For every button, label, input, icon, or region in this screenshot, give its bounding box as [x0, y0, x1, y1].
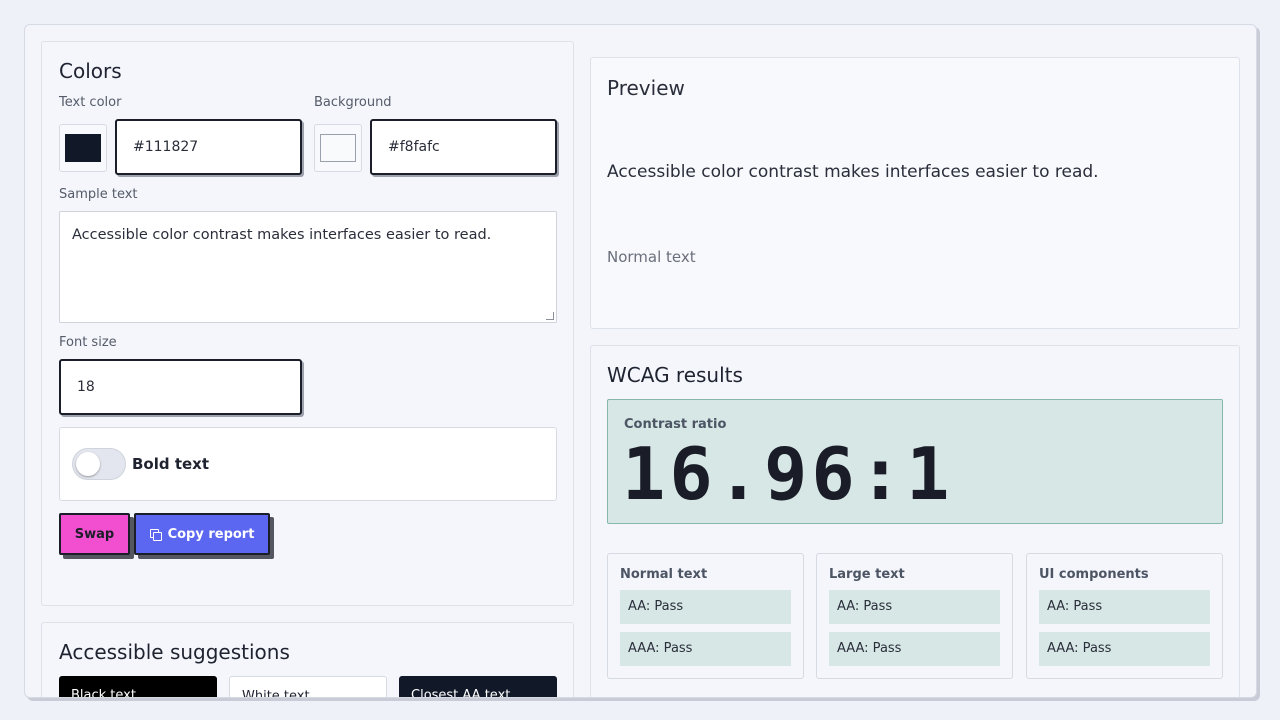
result-card-normal-text: Normal text AA: Pass AAA: Pass [607, 553, 804, 679]
preview-panel: Preview Accessible color contrast makes … [590, 57, 1240, 329]
background-chip [320, 134, 356, 162]
preview-normal-text: Normal text [607, 248, 696, 266]
text-color-label: Text color [59, 95, 122, 110]
result-card-ui-components: UI components AA: Pass AAA: Pass [1026, 553, 1223, 679]
toggle-knob [76, 452, 100, 476]
colors-panel: Colors Text color #111827 Background #f8… [41, 41, 574, 606]
result-aa: AA: Pass [1039, 590, 1210, 624]
bold-toggle-label: Bold text [132, 455, 210, 473]
contrast-ratio-box: Contrast ratio 16.96:1 [607, 399, 1223, 524]
text-color-input[interactable]: #111827 [115, 119, 302, 175]
suggestion-white-text[interactable]: White text [229, 676, 387, 698]
wcag-results-title: WCAG results [607, 363, 743, 387]
colors-title: Colors [59, 59, 122, 83]
suggestion-black-text[interactable]: Black text [59, 676, 217, 698]
sample-text-label: Sample text [59, 187, 138, 202]
result-card-large-text: Large text AA: Pass AAA: Pass [816, 553, 1013, 679]
text-color-swatch[interactable] [59, 124, 107, 172]
suggestion-white-label: White text [242, 689, 310, 698]
suggestion-closest-aa[interactable]: Closest AA text [399, 676, 557, 698]
background-swatch[interactable] [314, 124, 362, 172]
sample-text-area[interactable]: Accessible color contrast makes interfac… [59, 211, 557, 323]
result-aaa: AAA: Pass [829, 632, 1000, 666]
contrast-checker-app: Colors Text color #111827 Background #f8… [24, 24, 1257, 698]
sample-text-value: Accessible color contrast makes interfac… [72, 227, 492, 243]
background-label: Background [314, 95, 392, 110]
bold-toggle-row: Bold text [59, 427, 557, 501]
copy-report-button[interactable]: Copy report [134, 513, 270, 555]
result-aaa: AAA: Pass [1039, 632, 1210, 666]
result-aa: AA: Pass [620, 590, 791, 624]
result-aaa: AAA: Pass [620, 632, 791, 666]
result-aa: AA: Pass [829, 590, 1000, 624]
suggestion-black-label: Black text [71, 688, 136, 698]
copy-report-label: Copy report [167, 526, 255, 542]
bold-toggle[interactable] [72, 448, 126, 480]
copy-icon [149, 529, 162, 541]
preview-title: Preview [607, 76, 685, 100]
contrast-ratio-label: Contrast ratio [624, 417, 727, 432]
text-color-chip [65, 134, 101, 162]
swap-button[interactable]: Swap [59, 513, 130, 555]
result-title: Large text [829, 567, 905, 582]
contrast-ratio-value: 16.96:1 [622, 432, 954, 516]
resize-grip-icon[interactable] [546, 312, 554, 320]
suggestions-title: Accessible suggestions [59, 640, 290, 664]
wcag-results-panel: WCAG results Contrast ratio 16.96:1 Norm… [590, 345, 1240, 697]
suggestions-panel: Accessible suggestions Black text White … [41, 622, 574, 698]
font-size-input[interactable]: 18 [59, 359, 302, 415]
suggestion-closest-label: Closest AA text [411, 688, 511, 698]
swap-button-label: Swap [74, 526, 115, 542]
background-input[interactable]: #f8fafc [370, 119, 557, 175]
result-title: Normal text [620, 567, 708, 582]
font-size-label: Font size [59, 335, 117, 350]
preview-sample-text: Accessible color contrast makes interfac… [607, 162, 1099, 182]
result-title: UI components [1039, 567, 1149, 582]
